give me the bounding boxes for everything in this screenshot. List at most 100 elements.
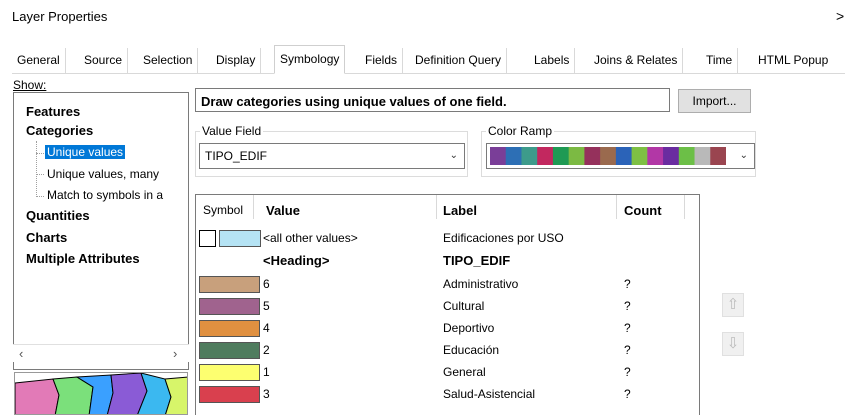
- tab-source[interactable]: Source: [79, 48, 129, 73]
- symbol-swatch[interactable]: [199, 364, 260, 381]
- column-separator: [684, 195, 685, 219]
- row-count: ?: [624, 277, 631, 291]
- value-field-label: Value Field: [200, 124, 264, 138]
- close-icon[interactable]: >: [836, 8, 844, 24]
- tree-connector: [36, 196, 44, 197]
- chevron-down-icon[interactable]: ⌄: [450, 150, 458, 161]
- tree-item-features[interactable]: Features: [26, 104, 80, 119]
- color-ramp-swatch: [490, 147, 727, 165]
- color-ramp-segment: [678, 147, 696, 165]
- chevron-down-icon[interactable]: ⌄: [740, 150, 748, 161]
- tree-connector: [36, 141, 37, 197]
- window-title: Layer Properties: [12, 9, 108, 24]
- header-count[interactable]: Count: [624, 203, 662, 218]
- tree-item-multiple-attributes[interactable]: Multiple Attributes: [26, 251, 140, 266]
- header-label[interactable]: Label: [443, 203, 477, 218]
- arrow-up-icon[interactable]: ⇧: [722, 293, 744, 317]
- tab-html-popup[interactable]: HTML Popup: [753, 48, 833, 73]
- tab-symbology[interactable]: Symbology: [274, 45, 346, 74]
- header-symbol[interactable]: Symbol: [203, 203, 243, 217]
- row-label: Educación: [443, 343, 500, 357]
- tab-bar: General Source Selection Display Symbolo…: [12, 45, 845, 74]
- tree-item-unique-values[interactable]: Unique values: [45, 145, 126, 159]
- color-ramp-segment: [600, 147, 617, 165]
- scroll-left-icon[interactable]: ‹: [19, 346, 23, 361]
- show-label: Show:: [13, 78, 47, 92]
- import-button[interactable]: Import...: [678, 89, 751, 113]
- scroll-right-icon[interactable]: ›: [173, 346, 177, 361]
- tab-time[interactable]: Time: [701, 48, 739, 73]
- symbol-swatch[interactable]: [199, 320, 260, 337]
- table-row[interactable]: 1 General ?: [196, 363, 699, 385]
- table-row-heading[interactable]: <Heading> TIPO_EDIF: [196, 251, 699, 273]
- color-ramp-segment: [490, 147, 507, 165]
- column-separator: [436, 195, 437, 219]
- tab-labels[interactable]: Labels: [529, 48, 576, 73]
- column-separator: [616, 195, 617, 219]
- symbol-swatch[interactable]: [199, 298, 260, 315]
- value-field-select[interactable]: TIPO_EDIF ⌄: [199, 143, 465, 169]
- row-count: ?: [624, 343, 631, 357]
- row-value: <all other values>: [263, 231, 358, 245]
- row-label: General: [443, 365, 486, 379]
- row-count: ?: [624, 365, 631, 379]
- tab-definition-query[interactable]: Definition Query: [410, 48, 508, 73]
- tab-selection[interactable]: Selection: [138, 48, 199, 73]
- table-row[interactable]: 5 Cultural ?: [196, 297, 699, 319]
- checkbox[interactable]: [199, 230, 216, 247]
- renderer-heading: Draw categories using unique values of o…: [195, 88, 670, 112]
- table-row[interactable]: 4 Deportivo ?: [196, 319, 699, 341]
- color-ramp-select[interactable]: ⌄: [486, 143, 755, 169]
- arrow-down-icon[interactable]: ⇩: [722, 332, 744, 356]
- color-ramp-segment: [537, 147, 554, 165]
- table-row[interactable]: 3 Salud-Asistencial ?: [196, 385, 699, 407]
- symbol-swatch[interactable]: [199, 342, 260, 359]
- tab-general[interactable]: General: [12, 48, 66, 73]
- color-ramp-segment: [663, 147, 680, 165]
- row-label: Deportivo: [443, 321, 495, 335]
- tree-horizontal-scrollbar[interactable]: ‹ ›: [13, 344, 189, 362]
- table-row-other-values[interactable]: <all other values> Edificaciones por USO: [196, 229, 699, 251]
- tab-joins-relates[interactable]: Joins & Relates: [589, 48, 684, 73]
- symbol-swatch[interactable]: [199, 386, 260, 403]
- tab-display[interactable]: Display: [211, 48, 262, 73]
- show-tree[interactable]: Features Categories Unique values Unique…: [13, 92, 189, 370]
- symbol-swatch[interactable]: [219, 230, 261, 247]
- row-label: TIPO_EDIF: [443, 253, 511, 268]
- row-value: 1: [263, 365, 270, 379]
- row-count: ?: [624, 321, 631, 335]
- row-label: Salud-Asistencial: [443, 387, 536, 401]
- row-value: 3: [263, 387, 270, 401]
- symbol-table[interactable]: Symbol Value Label Count <all other valu…: [195, 194, 700, 415]
- tree-item-unique-values-many[interactable]: Unique values, many: [47, 167, 159, 181]
- row-value: <Heading>: [263, 253, 330, 268]
- tab-fields[interactable]: Fields: [360, 48, 404, 73]
- symbology-preview-image: [14, 372, 188, 415]
- row-value: 2: [263, 343, 270, 357]
- color-ramp-segment: [568, 147, 585, 165]
- tree-item-charts[interactable]: Charts: [26, 230, 67, 245]
- row-count: ?: [624, 299, 631, 313]
- color-ramp-segment: [584, 147, 601, 165]
- color-ramp-segment: [647, 147, 664, 165]
- header-value[interactable]: Value: [266, 203, 300, 218]
- table-row[interactable]: 2 Educación ?: [196, 341, 699, 363]
- color-ramp-label: Color Ramp: [486, 124, 555, 138]
- table-row[interactable]: 6 Administrativo ?: [196, 275, 699, 297]
- color-ramp-segment: [631, 147, 648, 165]
- row-label: Cultural: [443, 299, 485, 313]
- symbol-swatch[interactable]: [199, 276, 260, 293]
- tree-item-match-to-symbols[interactable]: Match to symbols in a: [47, 188, 163, 202]
- tree-item-categories[interactable]: Categories: [26, 123, 93, 138]
- row-label: Administrativo: [443, 277, 519, 291]
- row-value: 6: [263, 277, 270, 291]
- color-ramp-segment: [505, 147, 522, 165]
- value-field-value: TIPO_EDIF: [205, 149, 268, 163]
- tree-connector: [36, 153, 44, 154]
- row-value: 4: [263, 321, 270, 335]
- tree-item-quantities[interactable]: Quantities: [26, 208, 90, 223]
- color-ramp-segment: [694, 147, 711, 165]
- color-ramp-segment: [710, 147, 727, 165]
- tree-connector: [36, 174, 44, 175]
- color-ramp-segment: [552, 147, 570, 165]
